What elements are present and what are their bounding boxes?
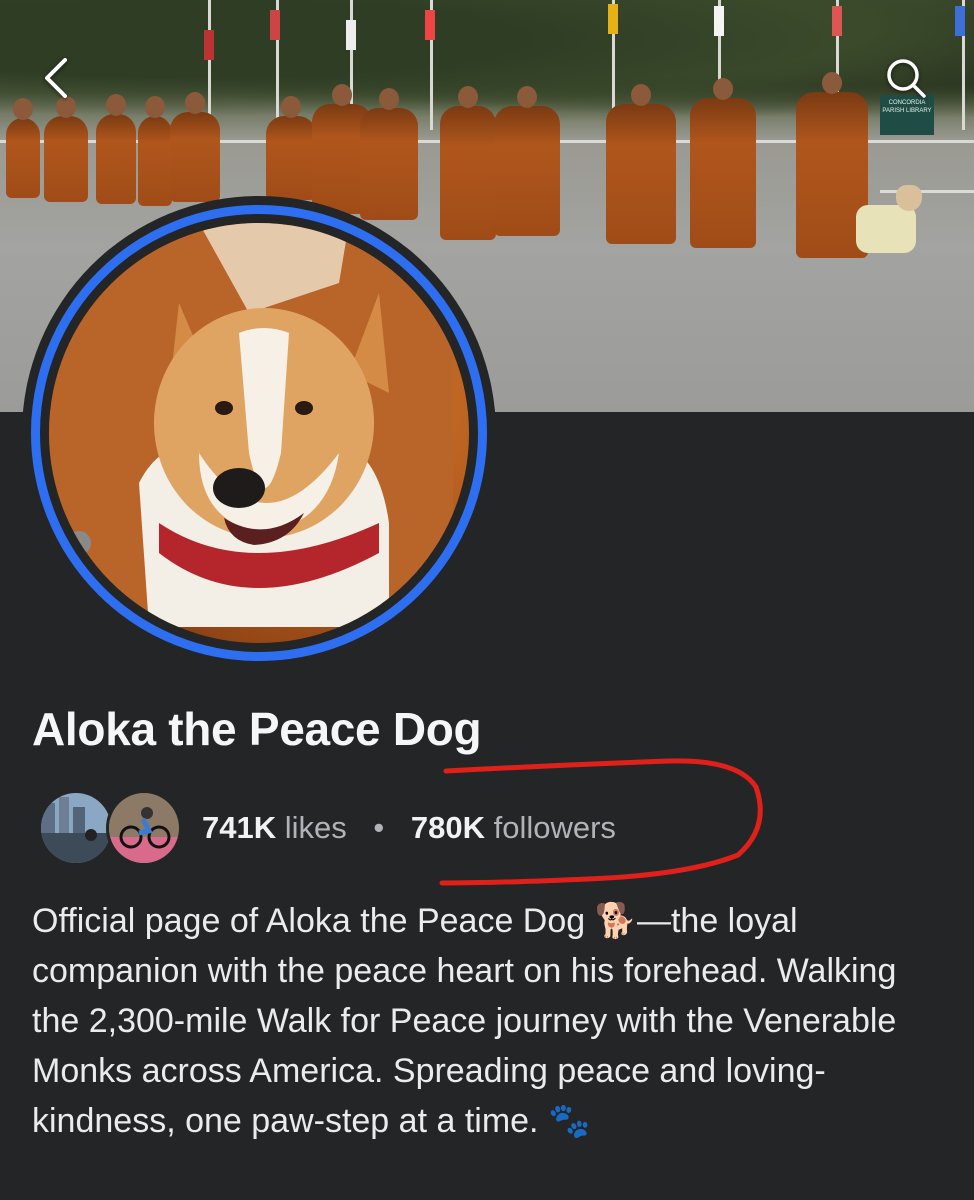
flag (714, 6, 724, 36)
followers-count[interactable]: 780K (411, 810, 485, 845)
profile-picture (49, 223, 469, 643)
flagpole (208, 0, 211, 130)
flag (955, 6, 965, 36)
back-chevron-icon (45, 58, 67, 98)
walking-dog (856, 185, 922, 253)
likes-label[interactable]: likes (285, 810, 347, 845)
search-button[interactable] (876, 48, 936, 108)
cyclist-avatar-image (109, 793, 179, 863)
dog-portrait (49, 223, 453, 627)
page-bio: Official page of Aloka the Peace Dog 🐕—t… (32, 902, 897, 1140)
friend-avatar[interactable] (38, 790, 114, 866)
followers-label[interactable]: followers (494, 810, 616, 845)
flag (270, 10, 280, 40)
monk (138, 96, 172, 206)
monk (266, 96, 316, 200)
stats-row: 741K likes • 780K followers (38, 790, 616, 866)
monk (690, 78, 756, 248)
monk (494, 86, 560, 236)
monk (440, 86, 496, 240)
likes-count[interactable]: 741K (202, 810, 276, 845)
monk (606, 84, 676, 244)
back-button[interactable] (26, 48, 86, 108)
monk (6, 98, 40, 198)
flag (832, 6, 842, 36)
page-stats: 741K likes • 780K followers (202, 810, 616, 846)
flag (608, 4, 618, 34)
flag (346, 20, 356, 50)
flag (425, 10, 435, 40)
story-ring (31, 205, 487, 661)
monk (360, 88, 418, 220)
road-marking (880, 190, 974, 193)
monk (44, 96, 88, 202)
friend-avatar[interactable] (106, 790, 182, 866)
search-icon (887, 59, 926, 98)
monk (96, 94, 136, 204)
page-title: Aloka the Peace Dog (32, 703, 482, 755)
city-avatar-image (41, 793, 111, 863)
profile-picture-ring[interactable] (22, 196, 496, 670)
stats-separator: • (373, 810, 385, 845)
flag (204, 30, 214, 60)
monk (170, 92, 220, 202)
